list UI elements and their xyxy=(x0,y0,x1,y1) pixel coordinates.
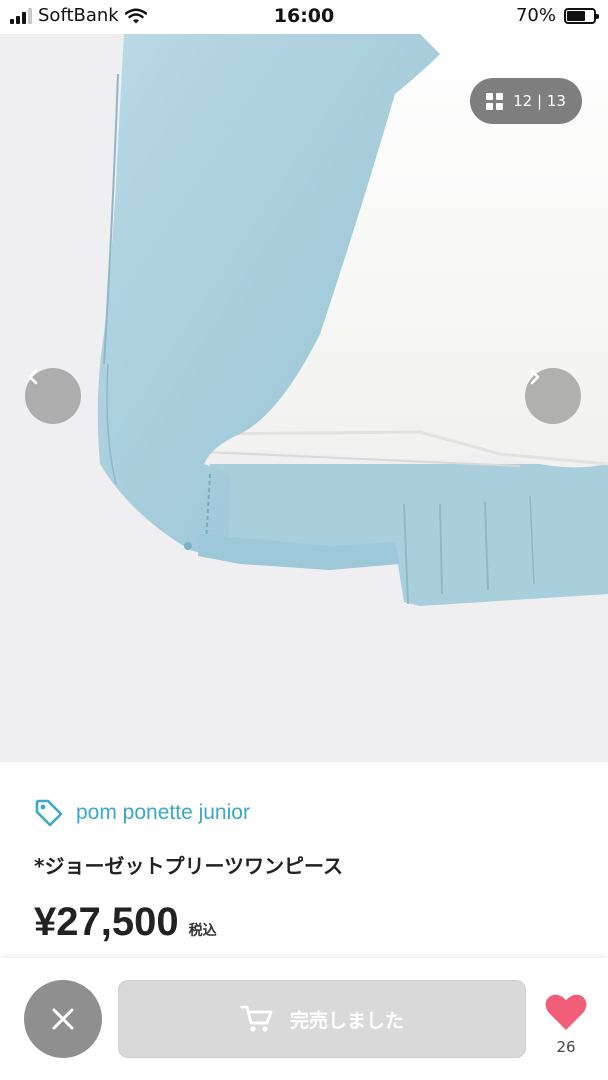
bottom-action-bar: 完売しました 26 xyxy=(0,958,608,1080)
status-right: 70% xyxy=(515,5,599,26)
brand-name: pom ponette junior xyxy=(76,801,250,824)
battery-level xyxy=(567,10,586,21)
brand-link[interactable]: pom ponette junior xyxy=(34,798,250,828)
product-photo xyxy=(0,34,608,762)
image-counter-label: 12 | 13 xyxy=(513,92,566,110)
battery-percent: 70% xyxy=(515,5,556,26)
favorite-count: 26 xyxy=(556,1038,576,1056)
heart-icon xyxy=(545,994,587,1030)
close-icon xyxy=(52,1008,74,1030)
chevron-right-icon xyxy=(530,369,540,385)
product-image-carousel[interactable]: 12 | 13 xyxy=(0,34,608,762)
product-title: *ジョーゼットプリーツワンピース xyxy=(34,854,344,878)
sold-out-button[interactable]: 完売しました xyxy=(118,980,526,1058)
favorite-button[interactable]: 26 xyxy=(540,992,592,1056)
sold-out-label: 完売しました xyxy=(289,1009,404,1032)
chevron-left-icon xyxy=(28,369,38,385)
tax-label: 税込 xyxy=(188,923,217,939)
grid-icon xyxy=(486,92,504,110)
cart-icon xyxy=(240,1005,273,1032)
next-image-button[interactable] xyxy=(525,368,581,424)
tag-icon xyxy=(35,799,63,827)
status-bar: SoftBank 16:00 70% xyxy=(0,0,608,34)
image-counter-button[interactable]: 12 | 13 xyxy=(470,78,582,124)
price-row: ¥27,500 税込 xyxy=(34,900,217,945)
close-button[interactable] xyxy=(24,980,102,1058)
battery-icon xyxy=(564,7,599,24)
product-price: ¥27,500 xyxy=(34,900,179,944)
previous-image-button[interactable] xyxy=(25,368,81,424)
